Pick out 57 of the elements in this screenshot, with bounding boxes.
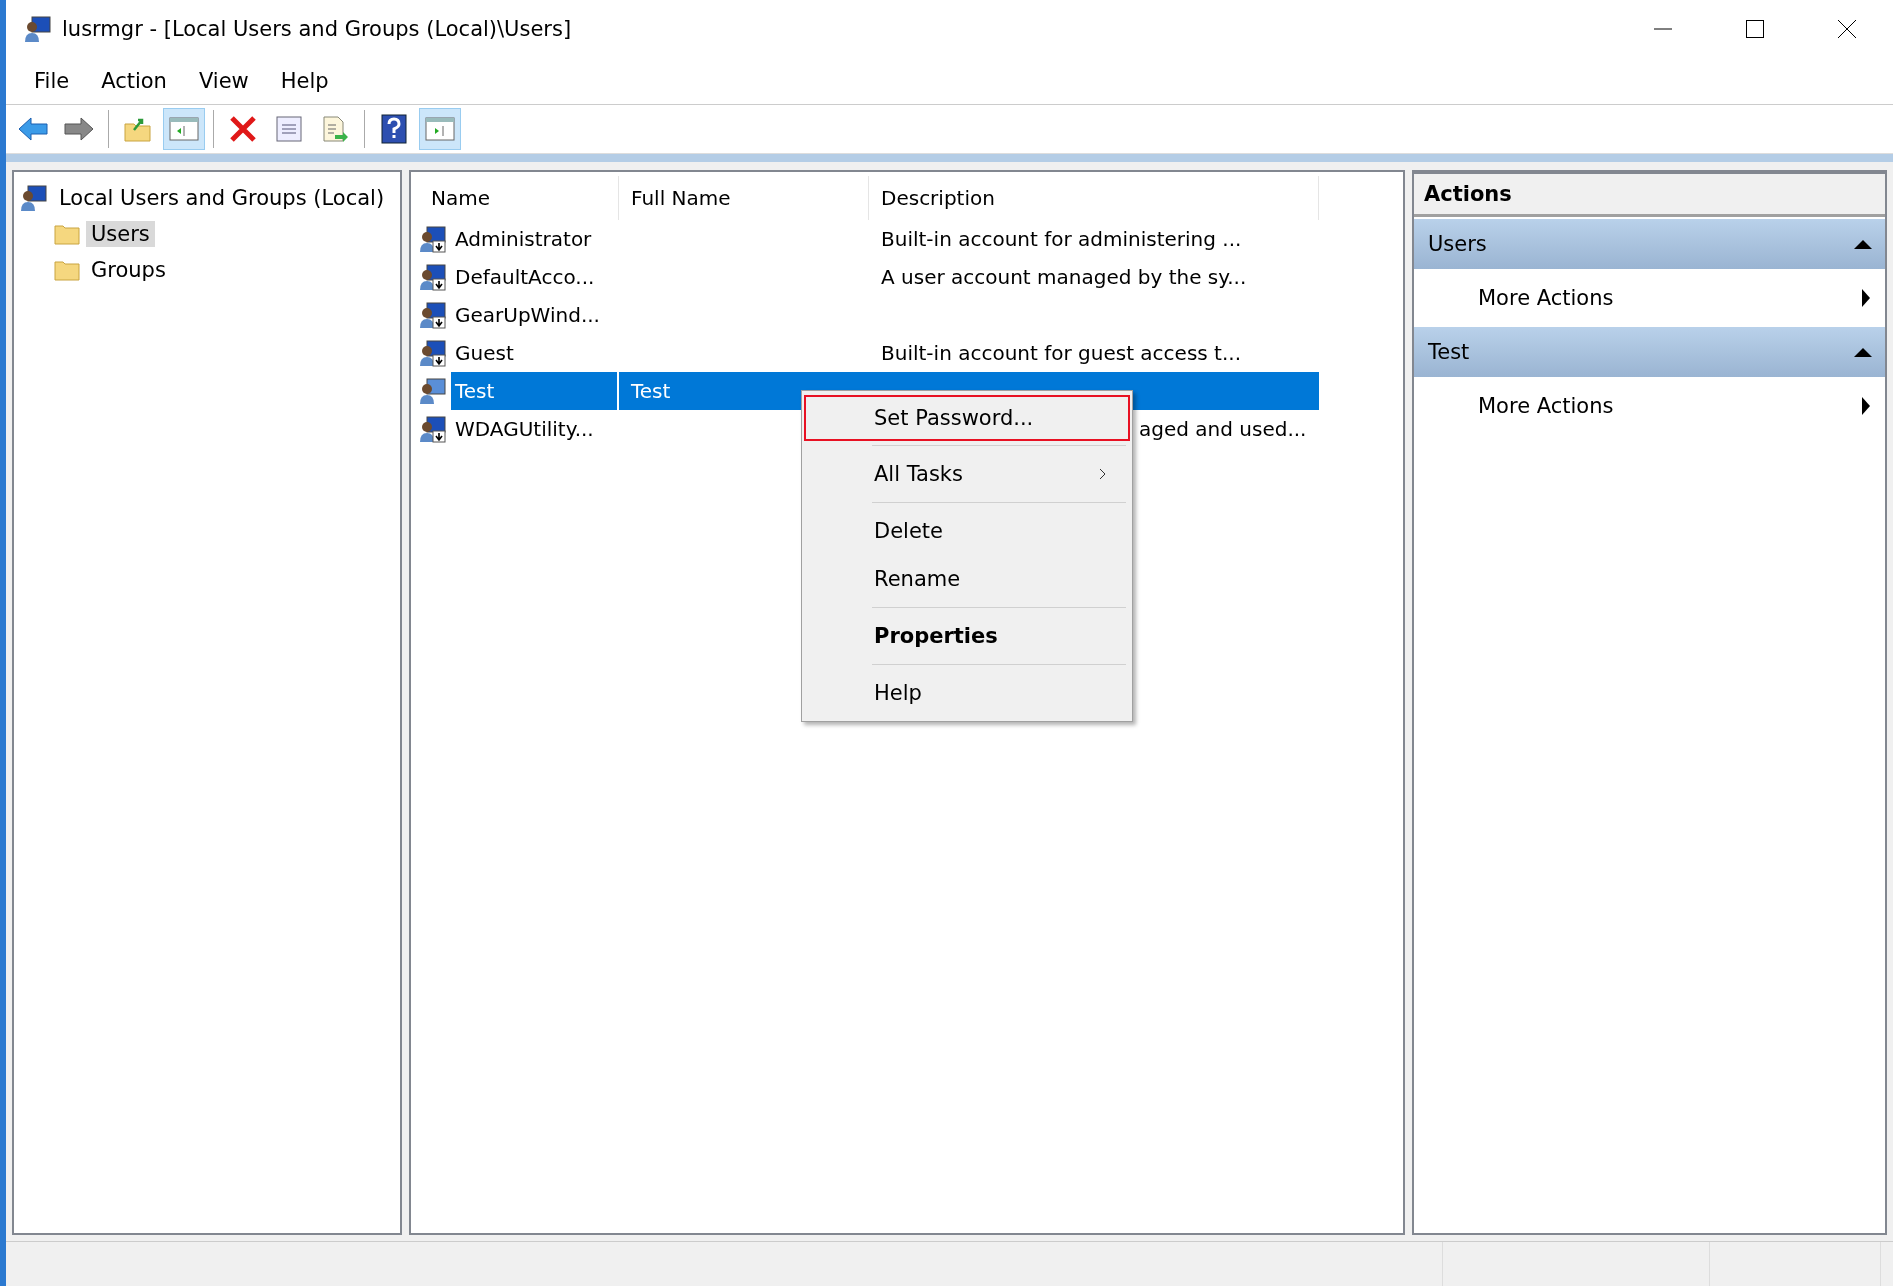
maximize-icon [1745, 19, 1765, 39]
back-arrow-icon [17, 116, 49, 142]
action-item[interactable]: More Actions [1414, 269, 1885, 327]
action-pane-icon [425, 116, 455, 142]
user-icon [419, 301, 447, 329]
section-header[interactable]: Users [1414, 219, 1885, 269]
tree-item[interactable]: Groups [86, 257, 171, 283]
close-icon [1837, 19, 1857, 39]
table-cell[interactable]: DefaultAcco... [451, 258, 617, 296]
context-menu-item[interactable]: Delete [804, 507, 1130, 555]
user-icon [419, 263, 447, 291]
table-cell-text: Built-in account for administering ... [880, 226, 1243, 253]
forward-arrow-icon [63, 116, 95, 142]
delete-x-icon [229, 115, 257, 143]
table-cell[interactable]: Test [451, 372, 617, 410]
column-header[interactable]: Description [869, 176, 1319, 220]
user-icon [419, 415, 447, 443]
table-cell[interactable]: GearUpWind... [451, 296, 617, 334]
context-menu-item[interactable]: Properties [804, 612, 1130, 660]
table-cell[interactable]: WDAGUtility... [451, 410, 617, 448]
column-header[interactable]: Name [419, 176, 619, 220]
triangle-right-icon [1861, 396, 1871, 416]
context-menu-item[interactable]: Help [804, 669, 1130, 717]
export-list-icon [321, 115, 349, 143]
properties-icon [275, 115, 303, 143]
table-cell-text: A user account managed by the sy... [880, 264, 1248, 291]
help-icon [381, 114, 407, 144]
menu-item[interactable]: Help [264, 69, 345, 93]
tree-item[interactable]: Users [86, 221, 155, 247]
table-cell[interactable]: Guest [451, 334, 617, 372]
minimize-icon [1653, 28, 1673, 30]
table-cell-text: Built-in account for guest access t... [880, 340, 1242, 367]
chevron-right-icon [1098, 467, 1108, 481]
table-cell[interactable]: Administrator [451, 220, 617, 258]
column-header[interactable]: Full Name [619, 176, 869, 220]
table-cell-text: aged and used... [1138, 416, 1308, 443]
context-menu-item[interactable]: Rename [804, 555, 1130, 603]
folder-up-icon [124, 116, 152, 142]
user-icon [419, 377, 447, 405]
action-item[interactable]: More Actions [1414, 377, 1885, 435]
section-header[interactable]: Test [1414, 327, 1885, 377]
window-title: lusrmgr - [Local Users and Groups (Local)\Users] [62, 17, 573, 41]
computer-icon [24, 15, 52, 43]
user-icon [419, 225, 447, 253]
triangle-right-icon [1861, 288, 1871, 308]
context-menu-item[interactable]: All Tasks [804, 450, 1130, 498]
computer-icon [20, 184, 48, 212]
tree-item[interactable]: Local Users and Groups (Local) [54, 185, 390, 211]
context-menu-item[interactable]: Set Password... [804, 395, 1130, 441]
menu-item[interactable]: Action [85, 69, 183, 93]
menu-item[interactable]: File [18, 69, 86, 93]
menu-item[interactable]: View [182, 69, 265, 93]
folder-icon [54, 259, 80, 281]
user-icon [419, 339, 447, 367]
tree-pane-icon [169, 116, 199, 142]
panel-title: Actions [1414, 174, 1885, 217]
folder-icon [54, 223, 80, 245]
